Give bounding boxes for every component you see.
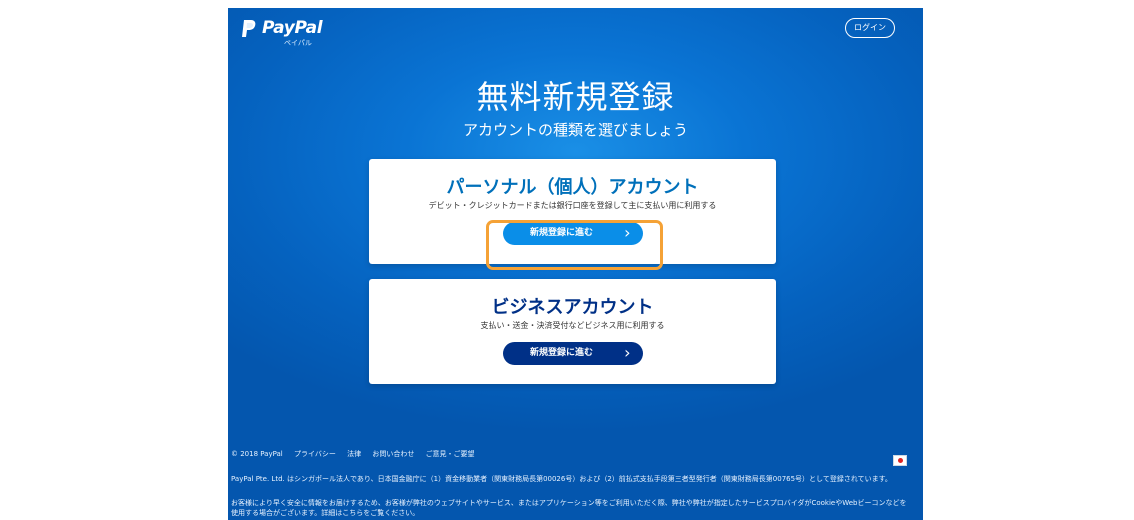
- business-account-description: 支払い・送金・決済受付などビジネス用に利用する: [480, 321, 665, 330]
- business-account-card[interactable]: ビジネスアカウント 支払い・送金・決済受付などビジネス用に利用する 新規登録に進…: [369, 279, 776, 384]
- page-title: 無料新規登録: [476, 78, 675, 116]
- page-subtitle: アカウントの種類を選びましょう: [462, 121, 688, 139]
- signup-page: PayPal ペイパル ログイン 無料新規登録 アカウントの種類を選びましょう …: [228, 8, 923, 520]
- legal-notice: PayPal Pte. Ltd. はシンガポール法人であり、日本国金融庁に（1）…: [231, 475, 892, 483]
- japan-flag-icon[interactable]: [893, 455, 907, 466]
- personal-account-title: パーソナル（個人）アカウント: [446, 177, 699, 198]
- footer-link-privacy[interactable]: プライバシー: [294, 450, 336, 458]
- login-button[interactable]: ログイン: [845, 18, 895, 38]
- personal-account-description: デビット・クレジットカードまたは銀行口座を登録して主に支払い用に利用する: [428, 201, 717, 210]
- business-account-title: ビジネスアカウント: [491, 297, 654, 318]
- footer-link-legal[interactable]: 法律: [347, 450, 361, 458]
- highlight-box: [486, 220, 663, 270]
- business-signup-button[interactable]: 新規登録に進む ›: [502, 342, 643, 365]
- paypal-p-icon: [242, 20, 256, 37]
- cookie-notice: お客様により早く安全に情報をお届けするため、お客様が弊社のウェブサイトやサービス…: [231, 499, 907, 517]
- paypal-logo[interactable]: PayPal ペイパル: [241, 18, 323, 47]
- footer-links: © 2018 PayPal プライバシー 法律 お問い合わせ ご意見・ご要望: [231, 449, 913, 459]
- brand-name: PayPal: [262, 18, 323, 38]
- copyright: © 2018 PayPal: [231, 450, 283, 458]
- brand-subtext: ペイパル: [284, 39, 312, 47]
- chevron-right-icon: ›: [624, 343, 631, 362]
- footer-link-feedback[interactable]: ご意見・ご要望: [426, 450, 475, 458]
- footer-link-contact[interactable]: お問い合わせ: [372, 450, 414, 458]
- business-signup-label: 新規登録に進む: [529, 348, 593, 358]
